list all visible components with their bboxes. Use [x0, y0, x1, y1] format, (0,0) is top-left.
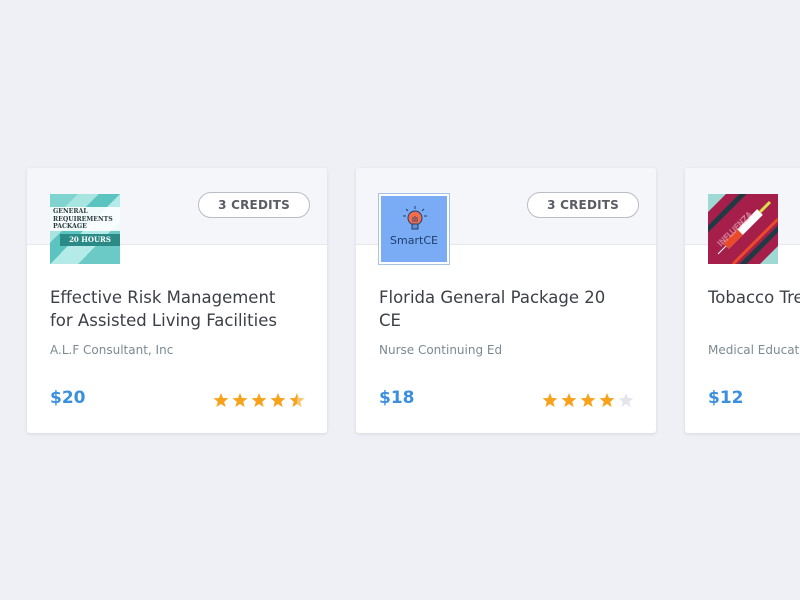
course-price: $18 — [379, 388, 415, 408]
star-filled-icon — [599, 393, 615, 407]
star-half-icon — [289, 393, 305, 407]
star-filled-icon — [561, 393, 577, 407]
course-provider[interactable]: A.L.F Consultant, Inc — [50, 343, 173, 357]
star-rating — [542, 392, 634, 408]
star-empty-icon — [618, 393, 634, 407]
credits-badge: 3 CREDITS — [198, 192, 310, 218]
thumbnail-text: GENERAL REQUIREMENTS PACKAGE — [53, 208, 113, 230]
star-rating — [213, 392, 305, 408]
hours-badge: 20 HOURS — [60, 234, 120, 246]
star-filled-icon — [251, 393, 267, 407]
star-filled-icon — [232, 393, 248, 407]
course-title[interactable]: Florida General Package 20 CE — [379, 286, 619, 332]
course-price: $20 — [50, 388, 86, 408]
star-filled-icon — [580, 393, 596, 407]
influenza-syringe-thumbnail: INFLUENZA — [708, 194, 778, 264]
syringe-icon: INFLUENZA — [708, 194, 778, 264]
course-title[interactable]: Effective Risk Management for Assisted L… — [50, 286, 290, 332]
course-provider[interactable]: Nurse Continuing Ed — [379, 343, 502, 357]
star-filled-icon — [542, 393, 558, 407]
thumbnail-label: SmartCE — [390, 234, 438, 247]
course-provider[interactable]: Medical Educatio — [708, 343, 800, 357]
course-card[interactable]: INFLUENZA Tobacco Tre Medical Educatio $… — [685, 168, 800, 433]
star-filled-icon — [270, 393, 286, 407]
star-filled-icon — [213, 393, 229, 407]
smartce-lightbulb-thumbnail: SmartCE — [378, 193, 450, 265]
course-price: $12 — [708, 388, 744, 408]
lightbulb-icon — [403, 206, 427, 230]
course-title[interactable]: Tobacco Tre — [708, 286, 800, 309]
course-card[interactable]: SmartCE 3 CREDITS Florida General Packag… — [356, 168, 656, 433]
credits-badge: 3 CREDITS — [527, 192, 639, 218]
course-card[interactable]: GENERAL REQUIREMENTS PACKAGE 20 HOURS 3 … — [27, 168, 327, 433]
general-requirements-package-thumbnail: GENERAL REQUIREMENTS PACKAGE 20 HOURS — [50, 194, 120, 264]
